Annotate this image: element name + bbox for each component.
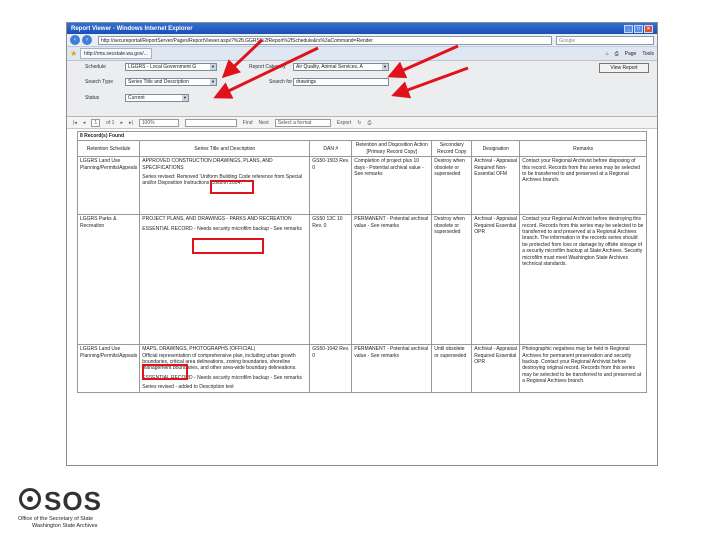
seal-icon [19,488,41,510]
arrow-search-type [213,46,319,99]
arrow-report-category [387,44,459,79]
logo-text: SOS [44,486,102,516]
annotation-arrows [213,38,469,99]
logo-line2: Washington State Archives [32,523,98,529]
arrow-search-for [391,66,469,99]
arrow-schedule [221,38,264,79]
logo-line1: Office of the Secretary of State [18,516,94,522]
